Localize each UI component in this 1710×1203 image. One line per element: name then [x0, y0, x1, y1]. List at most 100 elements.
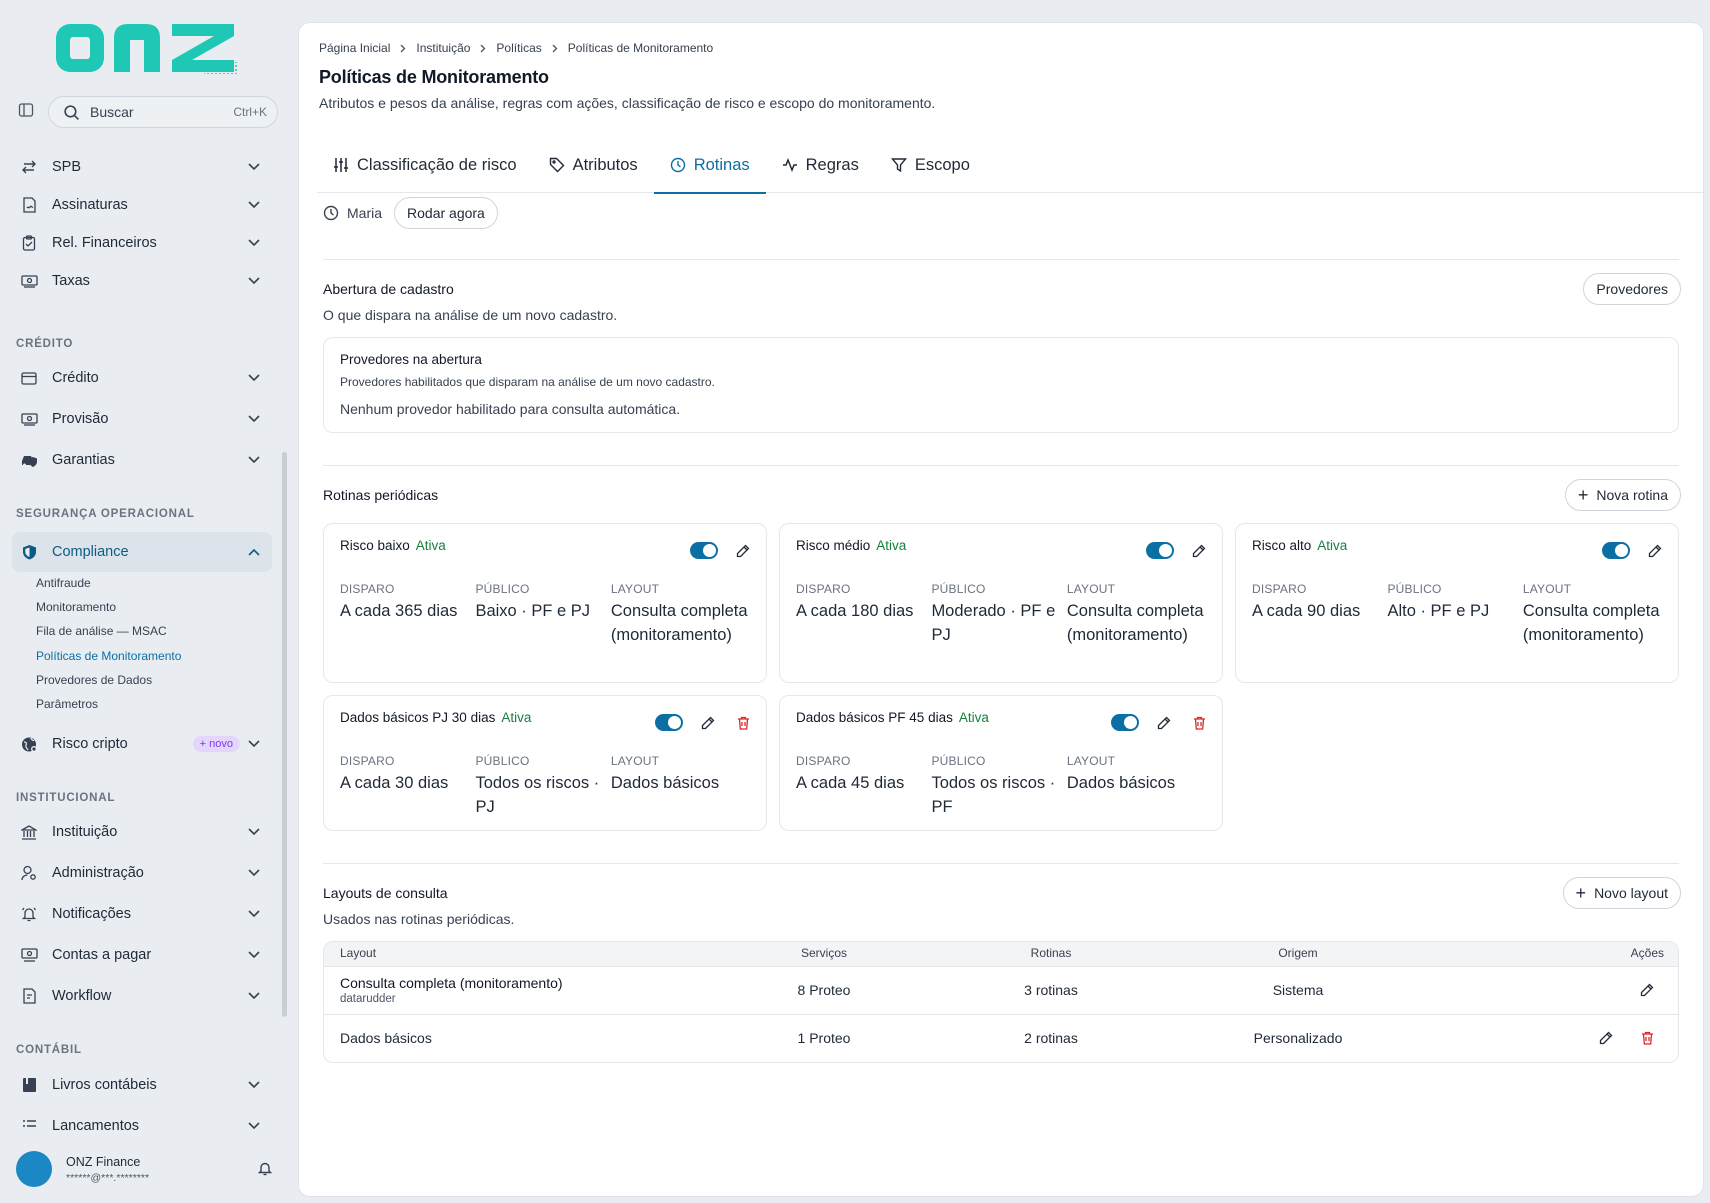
routine-toggle[interactable]: [655, 714, 683, 731]
chevron-down-icon: [248, 415, 260, 423]
col-header-layout: Layout: [340, 946, 377, 960]
edit-icon[interactable]: [1192, 544, 1206, 558]
sidebar-item-garantias[interactable]: Garantias: [12, 442, 272, 478]
sidebar: Buscar Ctrl+K SPB Assinaturas Rel. Finan…: [0, 0, 296, 1203]
sidebar-item-livros-contabeis[interactable]: Livros contábeis: [12, 1067, 272, 1103]
sidebar-item-taxas[interactable]: Taxas: [12, 263, 272, 299]
provedores-box-desc: Provedores habilitados que disparam na a…: [340, 375, 715, 389]
trash-icon[interactable]: [737, 716, 750, 730]
routine-card: Risco médio Ativa DISPARO A cada 180 dia…: [779, 523, 1223, 683]
edit-icon[interactable]: [1640, 983, 1654, 997]
subitem-provedores-dados[interactable]: Provedores de Dados: [36, 673, 152, 687]
routine-publico: PÚBLICO Baixo · PF e PJ: [475, 582, 610, 647]
user-profile[interactable]: ONZ Finance ******@***.********: [0, 1135, 296, 1203]
sidebar-item-provisao[interactable]: Provisão: [12, 401, 272, 437]
sidebar-item-lancamentos[interactable]: Lançamentos: [12, 1108, 272, 1130]
breadcrumb-home[interactable]: Página Inicial: [319, 41, 390, 55]
document-sign-icon: [18, 197, 40, 213]
sidebar-item-rel-financeiros[interactable]: Rel. Financeiros: [12, 225, 272, 261]
search-label: Buscar: [90, 104, 134, 120]
globe-gear-icon: [18, 736, 40, 753]
new-routine-button[interactable]: + Nova rotina: [1564, 479, 1681, 511]
tab-regras[interactable]: Regras: [766, 137, 875, 193]
tab-rotinas[interactable]: Rotinas: [653, 137, 766, 194]
trash-icon[interactable]: [1641, 1031, 1654, 1045]
sidebar-item-label: SPB: [52, 159, 82, 175]
bell-icon[interactable]: [258, 1161, 272, 1176]
car-shield-icon: [18, 453, 40, 468]
sidebar-item-risco-cripto[interactable]: Risco cripto + novo: [12, 726, 272, 762]
routine-layout: LAYOUT Consulta completa (monitoramento): [611, 582, 756, 647]
layouts-table: Layout Serviços Rotinas Origem Ações Con…: [323, 941, 1679, 1063]
breadcrumb-politicas[interactable]: Políticas: [496, 41, 541, 55]
section-title-abertura: Abertura de cadastro: [323, 281, 454, 297]
tab-bar: Classificação de risco Atributos Rotinas…: [317, 137, 1703, 194]
run-now-button[interactable]: Rodar agora: [394, 197, 498, 229]
section-title-credito: CRÉDITO: [16, 338, 74, 350]
label-publico: PÚBLICO: [475, 754, 530, 768]
edit-icon[interactable]: [701, 716, 715, 730]
label-publico: PÚBLICO: [1387, 582, 1442, 596]
routine-header: Dados básicos PF 45 dias Ativa: [796, 710, 989, 725]
avatar[interactable]: [16, 1151, 52, 1187]
chevron-down-icon: [248, 951, 260, 959]
trash-icon[interactable]: [1193, 716, 1206, 730]
subitem-monitoramento[interactable]: Monitoramento: [36, 600, 116, 614]
chevron-down-icon: [248, 828, 260, 836]
sidebar-item-contas-pagar[interactable]: Contas a pagar: [12, 937, 272, 973]
new-layout-button[interactable]: + Novo layout: [1562, 877, 1681, 909]
tab-atributos[interactable]: Atributos: [533, 137, 654, 193]
routine-header: Risco baixo Ativa: [340, 538, 446, 553]
provedores-empty-message: Nenhum provedor habilitado para consulta…: [340, 401, 681, 417]
value-disparo: A cada 45 dias: [796, 774, 905, 792]
chevron-down-icon: [248, 277, 260, 285]
search-input[interactable]: Buscar Ctrl+K: [48, 96, 278, 128]
layout-rotinas: 2 rotinas: [1024, 1030, 1078, 1046]
page-subtitle: Atributos e pesos da análise, regras com…: [319, 95, 936, 111]
sidebar-item-workflow[interactable]: Workflow: [12, 978, 272, 1014]
tab-escopo[interactable]: Escopo: [875, 137, 986, 193]
sidebar-item-compliance[interactable]: Compliance: [12, 532, 272, 572]
sidebar-item-instituicao[interactable]: Instituição: [12, 814, 272, 850]
activity-icon: [782, 157, 798, 173]
tab-classificacao-risco[interactable]: Classificação de risco: [317, 137, 533, 193]
sidebar-item-administracao[interactable]: Administração: [12, 855, 272, 891]
breadcrumb-instituicao[interactable]: Instituição: [416, 41, 470, 55]
status-badge: Ativa: [1317, 538, 1348, 553]
subitem-politicas-monitoramento[interactable]: Políticas de Monitoramento: [36, 649, 181, 663]
search-icon: [63, 104, 80, 121]
onz-logo[interactable]: [54, 20, 240, 76]
routine-details: DISPARO A cada 90 dias PÚBLICO Alto · PF…: [1252, 582, 1668, 647]
page-title: Políticas de Monitoramento: [319, 67, 549, 87]
section-desc-abertura: O que dispara na análise de um novo cada…: [323, 307, 618, 323]
subitem-antifraude[interactable]: Antifraude: [36, 576, 91, 590]
chevron-down-icon: [248, 456, 260, 464]
edit-icon[interactable]: [1157, 716, 1171, 730]
sidebar-item-assinaturas[interactable]: Assinaturas: [12, 187, 272, 223]
subitem-fila-analise[interactable]: Fila de análise — MSAC: [36, 624, 167, 638]
sidebar-scrollbar[interactable]: [282, 452, 287, 1017]
edit-icon[interactable]: [736, 544, 750, 558]
col-header-origem: Origem: [1278, 946, 1318, 960]
routine-toggle[interactable]: [690, 542, 718, 559]
layout-rotinas: 3 rotinas: [1024, 982, 1078, 998]
edit-icon[interactable]: [1599, 1031, 1613, 1045]
list-icon: [18, 1119, 40, 1130]
sidebar-toggle-icon[interactable]: [18, 102, 34, 118]
value-layout: Consulta completa (monitoramento): [1066, 602, 1204, 644]
routine-disparo: DISPARO A cada 45 dias: [796, 754, 931, 819]
sidebar-item-spb[interactable]: SPB: [12, 149, 272, 185]
value-layout: Dados básicos: [610, 774, 720, 792]
sidebar-item-notificacoes[interactable]: Notificações: [12, 896, 272, 932]
subitem-parametros[interactable]: Parâmetros: [36, 697, 98, 711]
status-badge: Ativa: [501, 710, 532, 725]
routine-toggle[interactable]: [1602, 542, 1630, 559]
provedores-button[interactable]: Provedores: [1583, 273, 1681, 305]
value-layout: Consulta completa (monitoramento): [1522, 602, 1660, 644]
routine-toggle[interactable]: [1111, 714, 1139, 731]
value-publico: Todos os riscos · PF: [931, 774, 1056, 816]
chevron-down-icon: [248, 869, 260, 877]
sidebar-item-credito[interactable]: Crédito: [12, 360, 272, 396]
edit-icon[interactable]: [1648, 544, 1662, 558]
routine-toggle[interactable]: [1146, 542, 1174, 559]
